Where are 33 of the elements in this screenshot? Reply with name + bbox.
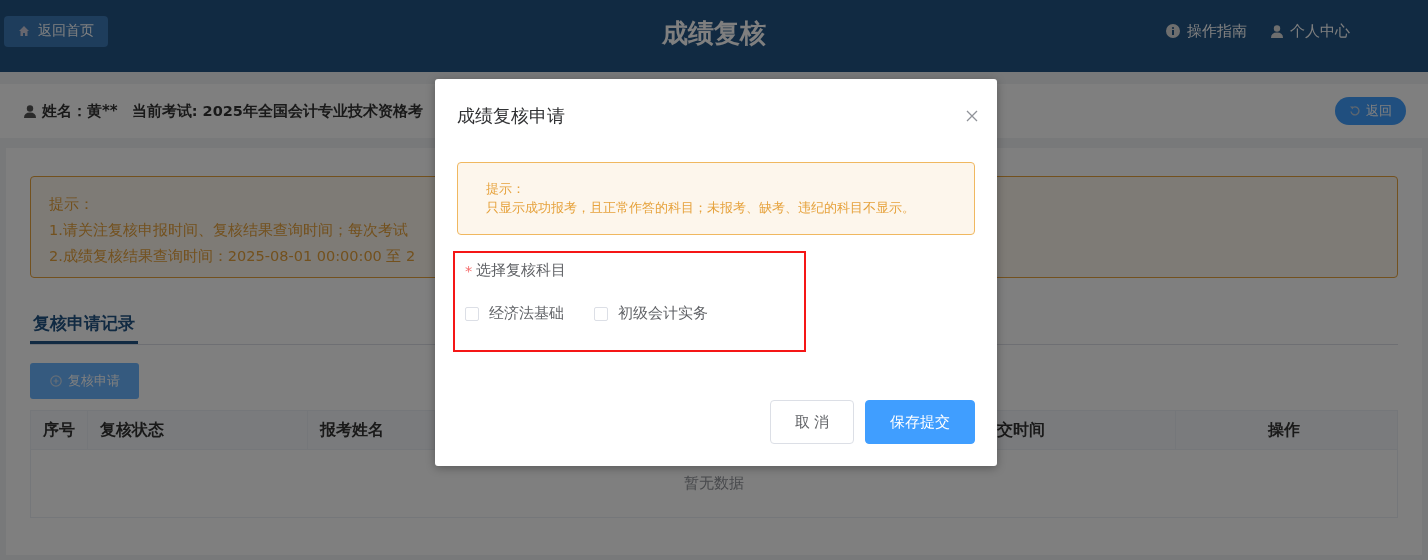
dialog-title: 成绩复核申请 (457, 103, 565, 128)
current-exam: 当前考试: 2025年全国会计专业技术资格考 (131, 101, 423, 121)
records-tab[interactable]: 复核申请记录 (30, 312, 138, 344)
close-button[interactable] (966, 109, 978, 122)
submit-button[interactable]: 保存提交 (865, 400, 975, 444)
alert-text: 只显示成功报考，且正常作答的科目；未报考、缺考、违纪的科目不显示。 (486, 199, 916, 217)
back-button[interactable]: 返回 (1335, 97, 1406, 125)
column-header: 序号 (31, 411, 88, 449)
close-icon (966, 109, 978, 122)
required-mark: * (465, 262, 473, 279)
notice-title: 提示： (49, 195, 94, 214)
candidate-name: 姓名：黄** (42, 101, 118, 121)
checkbox[interactable] (465, 306, 479, 321)
checkbox[interactable] (594, 306, 608, 321)
checkbox-label[interactable]: 初级会计实务 (618, 304, 708, 323)
checkbox-label[interactable]: 经济法基础 (489, 304, 564, 323)
page-title: 成绩复核 (662, 17, 766, 50)
home-button[interactable]: 返回首页 (4, 15, 108, 47)
column-header: 复核状态 (88, 411, 308, 449)
field-label: 选择复核科目 (476, 261, 567, 280)
alert-title: 提示： (486, 180, 526, 198)
refresh-icon (1349, 105, 1361, 117)
notice-line: 2.成绩复核结果查询时间：2025-08-01 00:00:00 至 2 (49, 247, 416, 266)
info-icon (1166, 24, 1180, 38)
profile-link[interactable]: 个人中心 (1271, 21, 1350, 41)
column-header: 操作 (1266, 418, 1301, 441)
home-icon (18, 25, 30, 37)
user-icon (24, 104, 36, 118)
plus-circle-icon (49, 375, 62, 387)
cancel-button[interactable]: 取 消 (770, 400, 854, 444)
user-icon (1271, 24, 1283, 38)
notice-line: 1.请关注复核申报时间、复核结果查询时间；每次考试 (49, 221, 408, 240)
guide-link[interactable]: 操作指南 (1166, 21, 1247, 41)
